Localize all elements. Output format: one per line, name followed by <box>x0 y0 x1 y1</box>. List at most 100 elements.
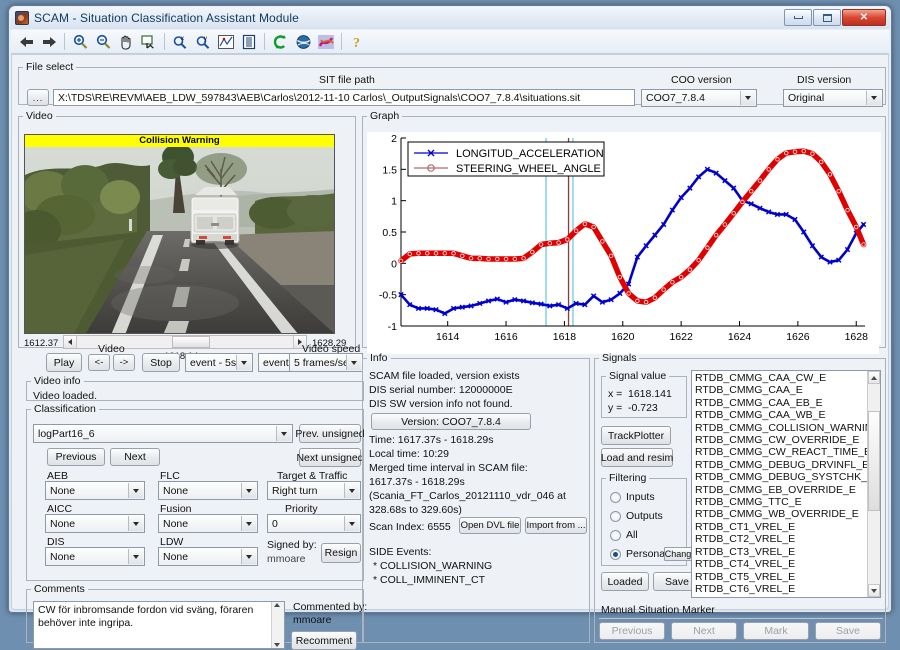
list-item[interactable]: RTDB_CMMG_CAA_WB_E <box>692 409 866 421</box>
chevron-down-icon[interactable] <box>241 549 256 564</box>
next-unsigned-button[interactable]: Next unsigned <box>299 448 361 467</box>
zoom-out-icon[interactable] <box>92 32 114 52</box>
chevron-down-icon[interactable] <box>740 91 755 105</box>
scroll-down-button[interactable] <box>868 584 880 597</box>
chevron-down-icon[interactable] <box>346 355 361 370</box>
aicc-select[interactable]: None <box>45 514 145 533</box>
refresh-icon[interactable] <box>269 32 291 52</box>
list-item[interactable]: RTDB_CMMG_EB_OVERRIDE_E <box>692 484 866 496</box>
comments-scrollbar[interactable] <box>271 602 284 648</box>
chevron-down-icon[interactable] <box>128 549 143 564</box>
chevron-down-icon[interactable] <box>241 483 256 498</box>
load-and-resim-button[interactable]: Load and resim <box>601 448 673 467</box>
dis-select[interactable]: None <box>45 547 145 566</box>
chevron-down-icon[interactable] <box>276 426 291 441</box>
chevron-down-icon[interactable] <box>241 516 256 531</box>
play-button[interactable]: Play <box>46 353 82 372</box>
next-button[interactable]: Next <box>110 448 160 466</box>
close-button[interactable]: ✕ <box>842 9 886 26</box>
signal-list[interactable]: RTDB_CMMG_CAA_CW_ERTDB_CMMG_CAA_ERTDB_CM… <box>691 370 881 598</box>
scroll-thumb[interactable] <box>868 411 880 511</box>
chevron-down-icon[interactable] <box>344 483 359 498</box>
zoom-in-icon[interactable] <box>69 32 91 52</box>
list-item[interactable]: RTDB_DIRECTION_AID_LEVER_E <box>692 595 866 598</box>
signal-plot[interactable]: -1-0.500.511.521614161616181620162216241… <box>367 132 879 354</box>
open-dvl-file-button[interactable]: Open DVL file <box>459 517 521 534</box>
list-item[interactable]: RTDB_CMMG_CW_REACT_TIME_E <box>692 446 866 458</box>
chevron-down-icon[interactable] <box>236 355 251 370</box>
prev-unsigned-button[interactable]: Prev. unsigned <box>299 424 361 443</box>
graph-canvas[interactable]: -1-0.500.511.521614161616181620162216241… <box>367 132 881 344</box>
filter-personal-radio[interactable]: Personal <box>610 548 667 560</box>
chevron-down-icon[interactable] <box>866 91 881 105</box>
zoom-y-icon[interactable]: y <box>192 32 214 52</box>
comments-textarea[interactable]: CW för inbromsande fordon vid sväng, för… <box>33 601 285 649</box>
chevron-down-icon[interactable] <box>344 516 359 531</box>
forward-arrow-icon[interactable] <box>38 32 60 52</box>
stop-button[interactable]: Stop <box>142 353 180 372</box>
list-item[interactable]: RTDB_CMMG_TTC_E <box>692 496 866 508</box>
list-item[interactable]: RTDB_CMMG_CW_OVERRIDE_E <box>692 434 866 446</box>
list-item[interactable]: RTDB_CT2_VREL_E <box>692 533 866 545</box>
minimize-icon <box>794 16 803 19</box>
filter-all-radio[interactable]: All <box>610 529 638 541</box>
list-item[interactable]: RTDB_CMMG_CAA_E <box>692 384 866 396</box>
jump-back-select[interactable]: event - 5s <box>185 353 253 372</box>
video-display[interactable]: Collision Warning <box>24 134 335 334</box>
browse-button[interactable]: ... <box>27 89 49 106</box>
maximize-button[interactable] <box>813 9 841 26</box>
video-speed-select[interactable]: 5 frames/sec <box>289 353 363 372</box>
pan-hand-icon[interactable] <box>115 32 137 52</box>
signal-list-scrollbar[interactable] <box>867 371 880 597</box>
scroll-up-button[interactable] <box>868 371 880 384</box>
minimize-button[interactable] <box>784 9 812 26</box>
step-back-button[interactable]: <- <box>88 354 110 371</box>
priority-select[interactable]: 0 <box>267 514 361 533</box>
video-slider-thumb[interactable] <box>172 336 210 348</box>
flc-select[interactable]: None <box>158 481 258 500</box>
version-button[interactable]: Version: COO7_7.8.4 <box>371 413 531 430</box>
list-item[interactable]: RTDB_CMMG_CAA_EB_E <box>692 397 866 409</box>
list-item[interactable]: RTDB_CMMG_WB_OVERRIDE_E <box>692 508 866 520</box>
list-item[interactable]: RTDB_CMMG_COLLISION_WARNING_E <box>692 422 866 434</box>
previous-button[interactable]: Previous <box>47 448 105 466</box>
fusion-select[interactable]: None <box>158 514 258 533</box>
aeb-select[interactable]: None <box>45 481 145 500</box>
scroll-down-icon[interactable] <box>274 643 280 647</box>
comments-text: CW för inbromsande fordon vid sväng, för… <box>38 604 253 629</box>
step-forward-button[interactable]: -> <box>113 354 135 371</box>
colormap-icon[interactable] <box>315 32 337 52</box>
video-slider-left-arrow[interactable] <box>64 336 77 348</box>
chevron-down-icon[interactable] <box>128 516 143 531</box>
scroll-up-icon[interactable] <box>274 603 280 607</box>
resign-button[interactable]: Resign <box>321 543 361 563</box>
filter-outputs-radio[interactable]: Outputs <box>610 510 663 522</box>
chevron-down-icon[interactable] <box>128 483 143 498</box>
list-item[interactable]: RTDB_CT5_VREL_E <box>692 571 866 583</box>
import-from-button[interactable]: Import from ... <box>525 517 587 534</box>
list-item[interactable]: RTDB_CMMG_CAA_CW_E <box>692 372 866 384</box>
list-item[interactable]: RTDB_CT3_VREL_E <box>692 546 866 558</box>
data-cursor-icon[interactable] <box>138 32 160 52</box>
globe-icon[interactable] <box>292 32 314 52</box>
loaded-button[interactable]: Loaded <box>601 572 649 591</box>
dis-version-select[interactable]: Original <box>783 89 883 107</box>
filter-inputs-radio[interactable]: Inputs <box>610 491 655 503</box>
sit-path-field[interactable]: X:\TDS\RE\REVM\AEB_LDW_597843\AEB\Carlos… <box>53 89 635 106</box>
zoom-x-icon[interactable]: x <box>169 32 191 52</box>
recomment-button[interactable]: Recomment <box>291 631 357 650</box>
list-item[interactable]: RTDB_CMMG_DEBUG_SYSTCHK_E <box>692 471 866 483</box>
list-item[interactable]: RTDB_CT4_VREL_E <box>692 558 866 570</box>
list-icon[interactable] <box>238 32 260 52</box>
plot-tool-icon[interactable] <box>215 32 237 52</box>
help-icon[interactable]: ? <box>346 32 368 52</box>
list-item[interactable]: RTDB_CT6_VREL_E <box>692 583 866 595</box>
list-item[interactable]: RTDB_CMMG_DEBUG_DRVINFL_E <box>692 459 866 471</box>
coo-version-select[interactable]: COO7_7.8.4 <box>641 89 757 107</box>
trackplotter-button[interactable]: TrackPlotter <box>601 426 671 445</box>
log-part-select[interactable]: logPart16_6 <box>33 424 293 443</box>
ldw-select[interactable]: None <box>158 547 258 566</box>
target-traffic-select[interactable]: Right turn <box>267 481 361 500</box>
back-arrow-icon[interactable] <box>15 32 37 52</box>
list-item[interactable]: RTDB_CT1_VREL_E <box>692 521 866 533</box>
